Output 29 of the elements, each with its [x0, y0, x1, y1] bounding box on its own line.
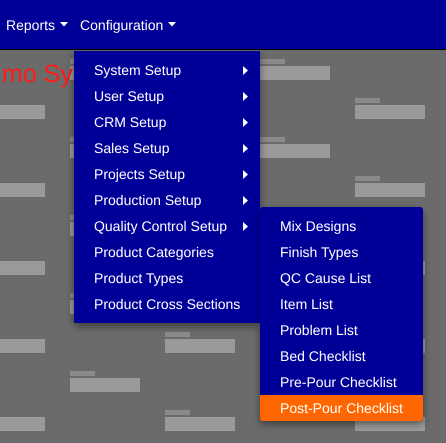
caret-icon: [243, 144, 248, 152]
menu-item[interactable]: Problem List: [260, 317, 423, 343]
menu-item[interactable]: Bed Checklist: [260, 343, 423, 369]
menu-item[interactable]: Mix Designs: [260, 213, 423, 239]
menu-item[interactable]: System Setup: [74, 57, 260, 83]
caret-icon: [60, 22, 68, 27]
menu-item[interactable]: Item List: [260, 291, 423, 317]
caret-icon: [243, 170, 248, 178]
menu-item[interactable]: Quality Control Setup: [74, 213, 260, 239]
caret-icon: [243, 196, 248, 204]
caret-icon: [243, 66, 248, 74]
menu-item[interactable]: Product Types: [74, 265, 260, 291]
menu-item[interactable]: Production Setup: [74, 187, 260, 213]
page-heading: mo Sy: [2, 60, 73, 89]
caret-icon: [243, 118, 248, 126]
menu-item[interactable]: Sales Setup: [74, 135, 260, 161]
menu-item[interactable]: Product Cross Sections: [74, 291, 260, 317]
menu-item[interactable]: Finish Types: [260, 239, 423, 265]
caret-icon: [243, 222, 248, 230]
menu-item[interactable]: CRM Setup: [74, 109, 260, 135]
caret-icon: [168, 22, 176, 27]
menu-item[interactable]: Pre-Pour Checklist: [260, 369, 423, 395]
menu-item[interactable]: Product Categories: [74, 239, 260, 265]
menu-item[interactable]: User Setup: [74, 83, 260, 109]
menu-item[interactable]: Projects Setup: [74, 161, 260, 187]
nav-menu[interactable]: Reports: [6, 14, 68, 34]
menu-item[interactable]: QC Cause List: [260, 265, 423, 291]
caret-icon: [243, 92, 248, 100]
nav-menu[interactable]: Configuration: [80, 14, 176, 34]
